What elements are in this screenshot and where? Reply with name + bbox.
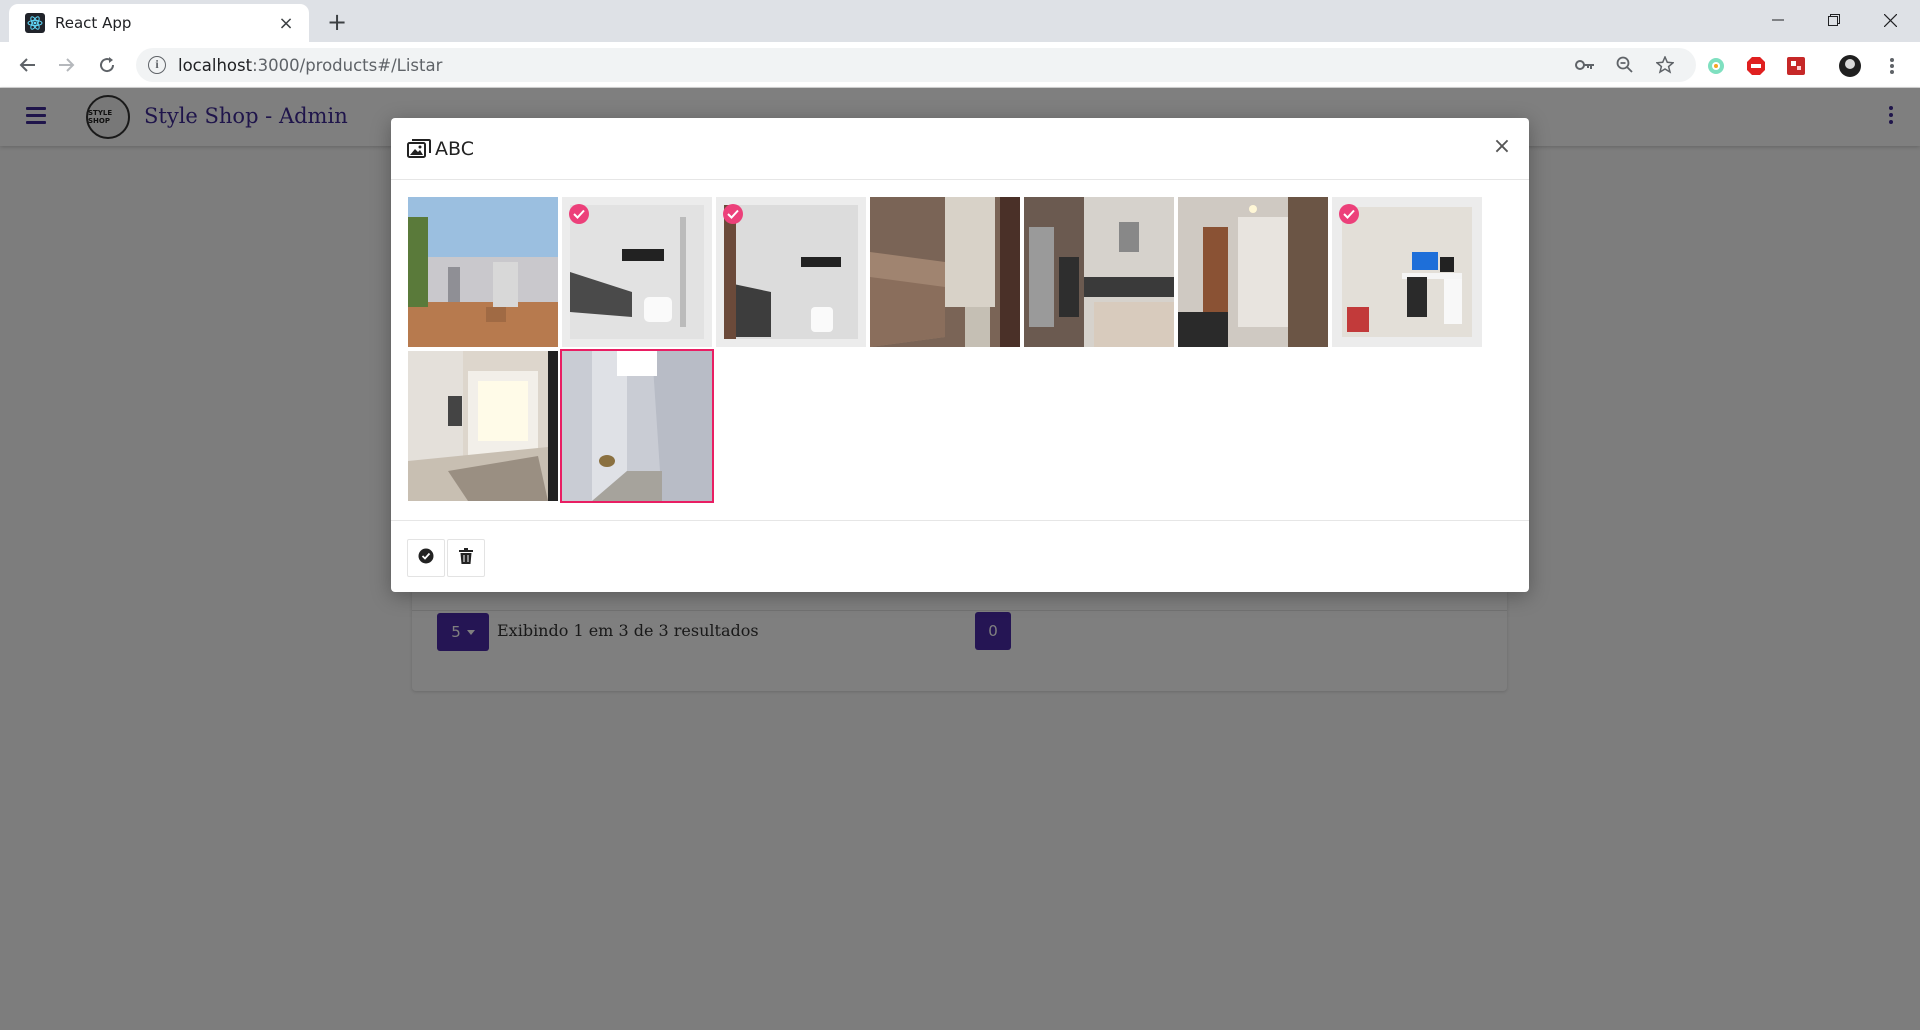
profile-avatar[interactable] (1838, 54, 1862, 78)
tab-title: React App (55, 14, 132, 32)
selected-check-icon (1339, 204, 1359, 224)
gallery-image-kitchen[interactable] (1024, 197, 1174, 347)
url-text: localhost:3000/products#/Listar (178, 56, 443, 75)
selected-check-icon (569, 204, 589, 224)
browser-tab[interactable]: React App × (9, 4, 309, 42)
extension-colorful-icon[interactable] (1704, 54, 1728, 78)
address-bar[interactable]: i localhost:3000/products#/Listar (136, 48, 1696, 82)
modal-header: ABC × (391, 118, 1529, 180)
site-info-icon[interactable]: i (148, 56, 166, 74)
extension-red-icon[interactable] (1784, 54, 1808, 78)
bookmark-star-icon[interactable] (1654, 54, 1676, 76)
window-minimize-icon[interactable] (1750, 0, 1806, 40)
delete-button[interactable] (447, 539, 485, 577)
browser-toolbar: i localhost:3000/products#/Listar (0, 42, 1920, 88)
modal-title: ABC (435, 138, 474, 160)
gallery-image-living-room-sofa[interactable] (870, 197, 1020, 347)
selected-check-icon (723, 204, 743, 224)
gallery-image-bathroom-1[interactable] (562, 197, 712, 347)
window-close-icon[interactable] (1862, 0, 1918, 40)
zoom-out-icon[interactable] (1614, 54, 1636, 76)
gallery-image-hallway-door[interactable] (1178, 197, 1328, 347)
check-circle-icon (418, 548, 434, 569)
gallery-image-garage-entrance[interactable] (408, 351, 558, 501)
modal-footer (391, 520, 1529, 592)
tab-close-icon[interactable]: × (275, 13, 297, 34)
window-restore-icon[interactable] (1806, 0, 1862, 40)
gallery-image-office-desk[interactable] (1332, 197, 1482, 347)
forward-arrow-icon[interactable] (52, 50, 82, 80)
gallery-image-bathroom-2[interactable] (716, 197, 866, 347)
extension-stop-icon[interactable] (1744, 54, 1768, 78)
trash-icon (459, 547, 473, 569)
key-icon[interactable] (1574, 54, 1596, 76)
new-tab-icon[interactable]: + (322, 8, 352, 38)
gallery-image-side-corridor[interactable] (560, 349, 714, 503)
image-gallery-modal: ABC × (391, 118, 1529, 592)
gallery-image-house-exterior[interactable] (408, 197, 558, 347)
close-icon[interactable]: × (1489, 134, 1515, 160)
back-arrow-icon[interactable] (12, 50, 42, 80)
browser-menu-icon[interactable] (1880, 54, 1904, 78)
images-icon (407, 139, 431, 159)
react-favicon-icon (25, 13, 45, 33)
confirm-button[interactable] (407, 539, 445, 577)
browser-tab-strip: React App × + (0, 0, 1920, 42)
reload-icon[interactable] (92, 50, 122, 80)
